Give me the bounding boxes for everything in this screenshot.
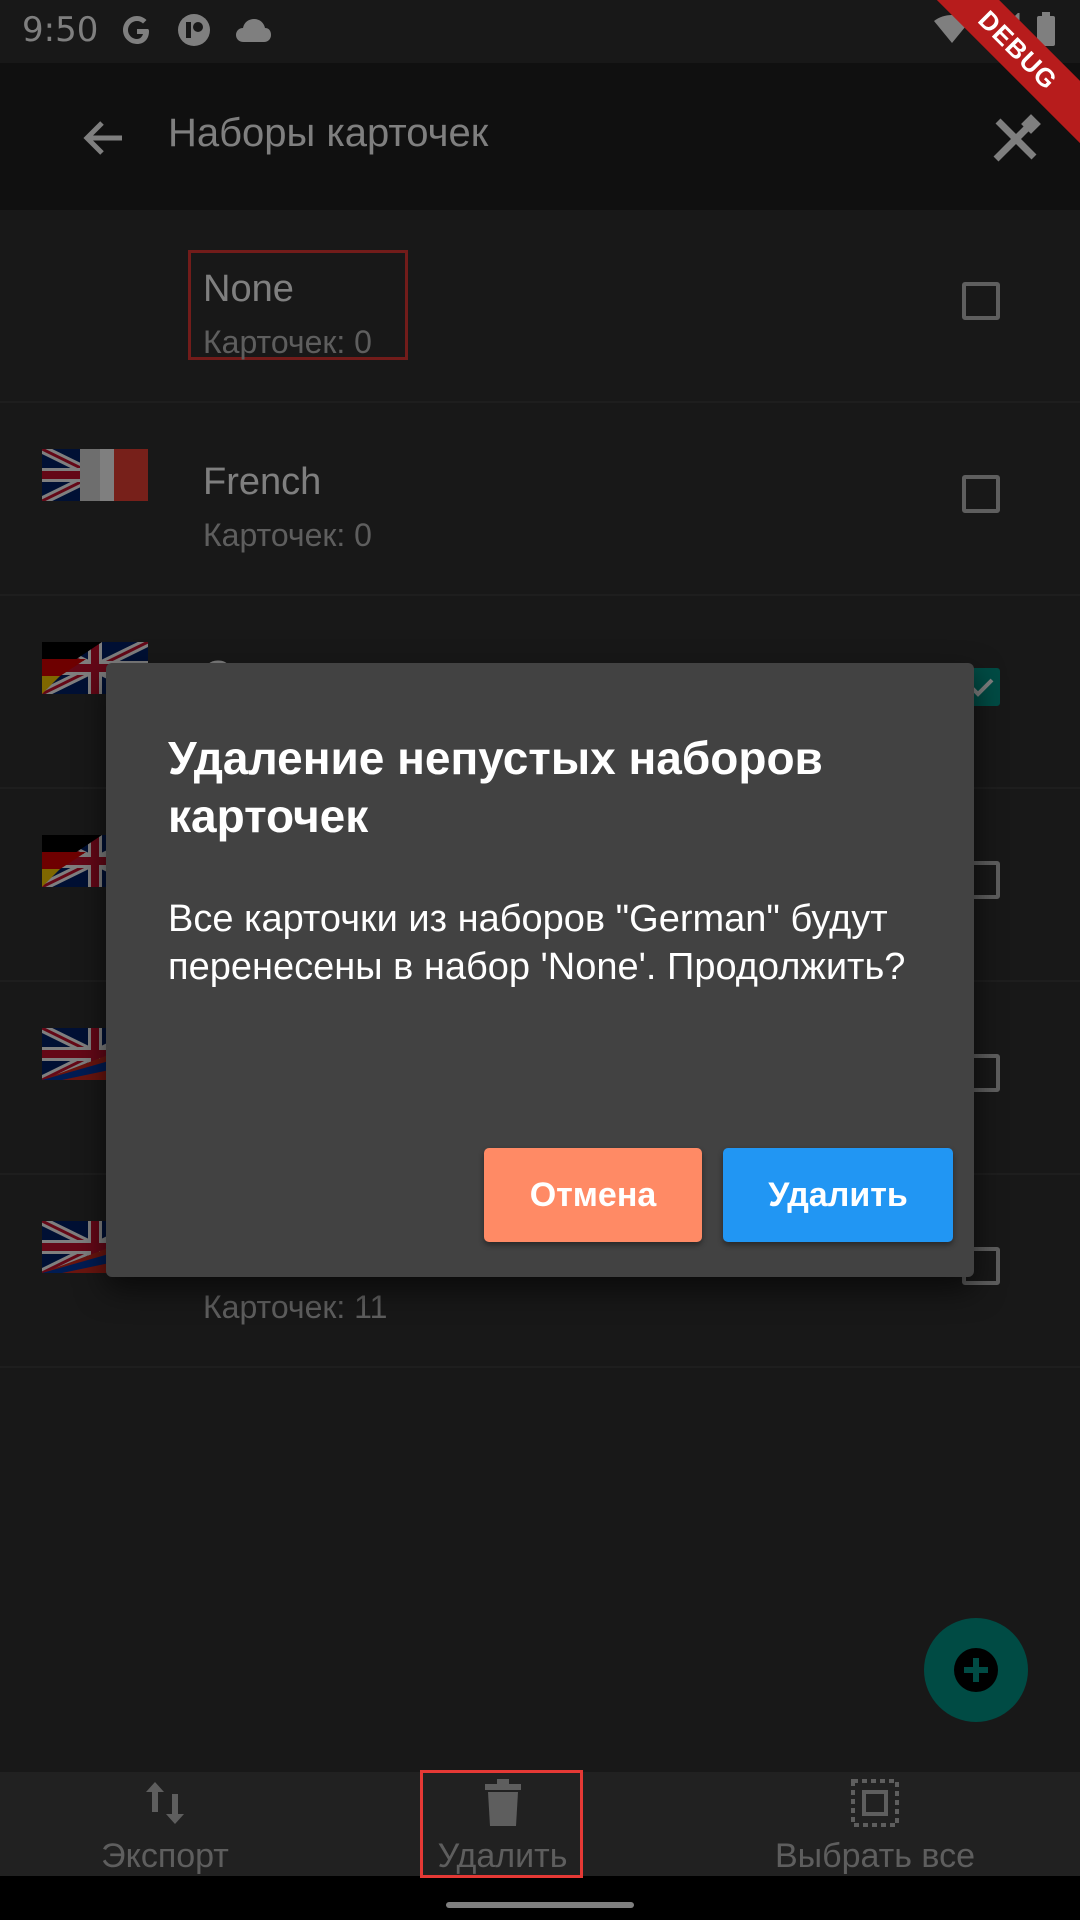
dialog-title: Удаление непустых наборов карточек: [168, 732, 823, 842]
confirm-delete-button[interactable]: Удалить: [723, 1148, 953, 1242]
highlight-box: [420, 1770, 583, 1878]
dialog-message: Все карточки из наборов "German" будут п…: [168, 898, 906, 988]
app-screen: 9:50: [0, 0, 1080, 1920]
delete-confirmation-dialog: Удаление непустых наборов карточек Все к…: [106, 663, 974, 1277]
cancel-button[interactable]: Отмена: [484, 1148, 702, 1242]
